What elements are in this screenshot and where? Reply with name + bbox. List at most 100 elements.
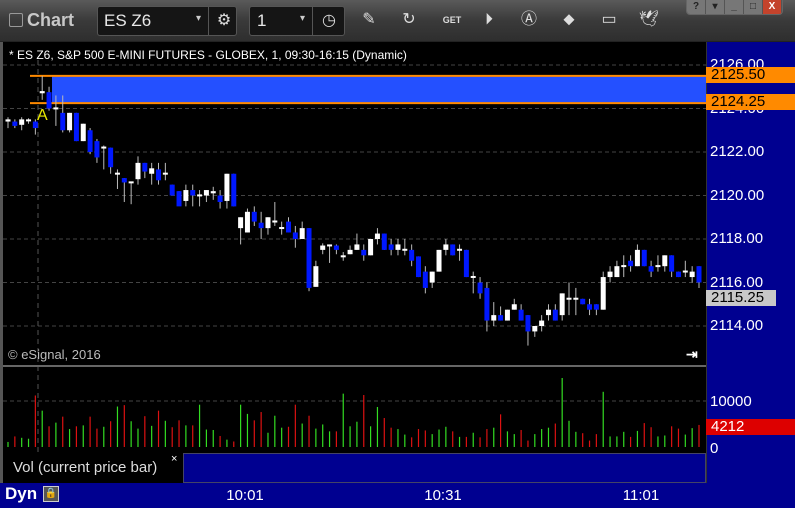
candle <box>217 195 223 203</box>
candle <box>511 304 517 310</box>
candle <box>662 255 668 267</box>
scroll-to-end-icon[interactable]: ⇥ <box>686 346 698 363</box>
candle <box>655 265 661 268</box>
price-label: 2120.00 <box>710 186 765 204</box>
candle <box>436 249 442 272</box>
price-label: 2118.00 <box>710 230 764 247</box>
candle <box>183 190 189 201</box>
candle <box>381 233 387 250</box>
candle <box>600 277 606 310</box>
lock-icon[interactable]: 🔒 <box>43 486 59 502</box>
candle <box>648 266 654 272</box>
candle <box>532 326 538 332</box>
candle <box>203 190 209 196</box>
candle <box>374 233 380 239</box>
close-study-icon[interactable]: × <box>171 453 177 465</box>
candle <box>409 249 415 261</box>
price-label: 2116.00 <box>710 273 764 291</box>
candle <box>231 173 237 207</box>
candle <box>299 228 305 239</box>
candle <box>450 244 456 256</box>
candle <box>244 211 250 233</box>
candle <box>566 297 572 300</box>
candle <box>429 271 435 283</box>
pane-divider[interactable] <box>3 365 706 367</box>
candle <box>340 255 346 258</box>
volume-label-0: 0 <box>710 440 719 457</box>
candle <box>176 191 182 207</box>
candle <box>641 249 647 267</box>
candle <box>682 270 688 273</box>
price-label: 2122.00 <box>710 143 765 160</box>
candle <box>470 275 476 278</box>
alert-marker: A <box>37 107 48 124</box>
upper-line-tag: 2125.50 <box>706 67 795 83</box>
candle <box>67 112 73 131</box>
candle <box>422 271 428 288</box>
candle <box>395 244 401 250</box>
candle <box>149 168 155 174</box>
candle <box>224 173 230 201</box>
candle <box>333 245 339 250</box>
candle <box>80 123 86 142</box>
candle <box>5 119 11 122</box>
candle <box>552 309 558 321</box>
candle <box>73 112 79 142</box>
candle <box>320 245 326 250</box>
candle <box>484 287 490 321</box>
candle <box>443 244 449 250</box>
candle <box>258 222 264 229</box>
candle <box>675 271 681 278</box>
time-label: 10:01 <box>226 487 264 504</box>
candle <box>491 315 497 321</box>
candle <box>354 244 360 250</box>
candle <box>121 178 127 183</box>
price-chart[interactable] <box>0 0 795 508</box>
candle <box>477 282 483 294</box>
candle <box>614 266 620 278</box>
candle <box>327 244 333 247</box>
price-label: 2114.00 <box>710 317 764 334</box>
copyright-text: © eSignal, 2016 <box>8 347 101 362</box>
candle <box>559 293 565 316</box>
candle <box>457 248 463 251</box>
candle <box>210 191 216 194</box>
candle <box>26 119 32 122</box>
candle <box>498 315 504 321</box>
candle <box>60 112 66 131</box>
candle <box>669 255 675 272</box>
candle <box>573 297 579 300</box>
candle <box>190 190 196 196</box>
candle <box>272 220 278 223</box>
candle <box>634 249 640 267</box>
candle <box>53 107 59 110</box>
candle <box>518 309 524 321</box>
candle <box>628 260 634 267</box>
candle <box>593 304 599 310</box>
candle <box>162 172 168 175</box>
candle <box>306 228 312 288</box>
candle <box>415 256 421 278</box>
candle <box>238 217 244 229</box>
candle <box>128 181 134 184</box>
candle <box>87 130 93 152</box>
candle <box>361 249 367 256</box>
candle <box>313 266 319 287</box>
candle <box>251 211 257 222</box>
candle <box>156 169 162 181</box>
candle <box>539 320 545 326</box>
candle <box>607 271 613 278</box>
last-price-tag: 2115.25 <box>706 290 776 306</box>
time-axis[interactable] <box>0 483 795 508</box>
mode-label[interactable]: Dyn <box>5 484 37 504</box>
candle <box>587 304 593 310</box>
candle <box>463 249 469 278</box>
volume-label-10000: 10000 <box>710 393 752 410</box>
time-label: 10:31 <box>424 487 462 504</box>
candle <box>108 147 114 168</box>
candle <box>265 217 271 229</box>
candle <box>525 315 531 332</box>
volume-study-label[interactable]: Vol (current price bar) <box>3 453 183 483</box>
candle <box>19 119 25 125</box>
candle <box>292 232 298 239</box>
